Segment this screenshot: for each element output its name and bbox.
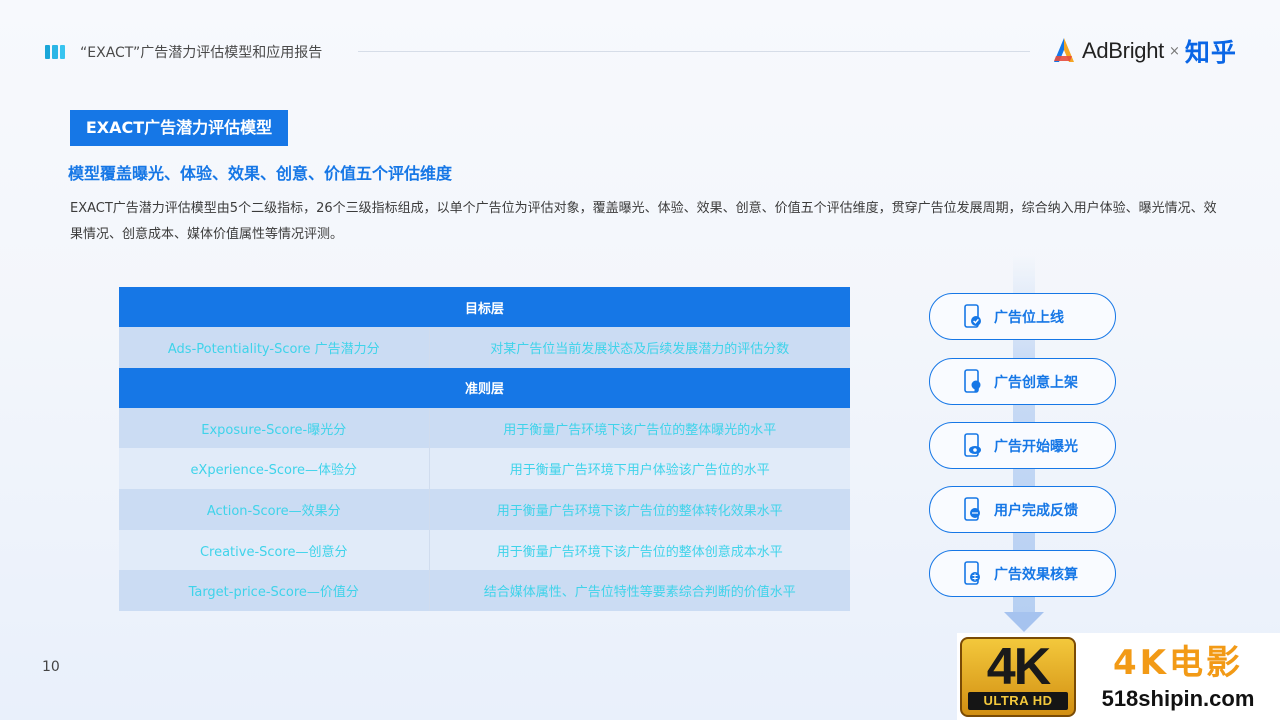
table-row: Exposure-Score-曝光分 用于衡量广告环境下该广告位的整体曝光的水平 (119, 407, 851, 449)
page-number: 10 (42, 659, 60, 675)
watermark-badge: 4K ULTRA HD (960, 636, 1076, 717)
section-tag: EXACT广告潜力评估模型 (70, 110, 288, 146)
criteria-row-name: eXperience-Score—体验分 (119, 448, 430, 490)
criteria-row-name: Action-Score—效果分 (119, 489, 430, 530)
flow-step-label: 广告效果核算 (994, 566, 1078, 583)
target-row-desc: 对某广告位当前发展状态及后续发展潜力的评估分数 (429, 327, 851, 368)
table-row: Action-Score—效果分 用于衡量广告环境下该广告位的整体转化效果水平 (119, 489, 851, 530)
criteria-row-desc: 用于衡量广告环境下该广告位的整体创意成本水平 (429, 529, 851, 571)
report-title: “EXACT”广告潜力评估模型和应用报告 (80, 45, 323, 61)
criteria-row-desc: 用于衡量广告环境下用户体验该广告位的水平 (429, 448, 851, 490)
phone-calc-icon (964, 560, 980, 585)
flow-step-exposure: 广告开始曝光 (929, 422, 1116, 469)
section-description: EXACT广告潜力评估模型由5个二级指标，26个三级指标组成，以单个广告位为评估… (70, 201, 1217, 242)
watermark: 4K ULTRA HD 4K电影 518shipin.com (957, 633, 1280, 720)
brand-logo: AdBright × 知乎 (1050, 34, 1237, 68)
criteria-layer-header: 准则层 (119, 367, 851, 408)
flow-step-launch: 广告位上线 (929, 293, 1116, 340)
flow-arrow-icon (1004, 612, 1044, 632)
criteria-row-name: Target-price-Score—价值分 (119, 570, 430, 612)
table-header-criteria: 准则层 (119, 367, 851, 408)
flow-step-label: 广告开始曝光 (994, 438, 1078, 455)
header-bars-icon (45, 45, 65, 59)
header-divider (358, 51, 1030, 52)
criteria-row-name: Creative-Score—创意分 (119, 529, 430, 571)
brand-separator: × (1168, 43, 1180, 59)
criteria-row-desc: 用于衡量广告环境下该广告位的整体转化效果水平 (429, 489, 851, 530)
model-table: 目标层 Ads-Potentiality-Score 广告潜力分 对某广告位当前… (119, 287, 851, 612)
table-row: Creative-Score—创意分 用于衡量广告环境下该广告位的整体创意成本水… (119, 529, 851, 571)
partner-logo: 知乎 (1184, 38, 1237, 67)
adbright-logo-icon (1054, 38, 1074, 62)
target-row-name: Ads-Potentiality-Score 广告潜力分 (119, 327, 430, 368)
criteria-row-name: Exposure-Score-曝光分 (119, 407, 430, 449)
target-layer-header: 目标层 (119, 287, 851, 327)
brand-name: AdBright (1082, 38, 1164, 63)
watermark-badge-main: 4K (986, 637, 1051, 696)
phone-bulb-icon (964, 368, 981, 393)
watermark-title: 4K电影 (1112, 642, 1243, 683)
flow-step-label: 广告创意上架 (994, 374, 1078, 391)
flow-step-label: 用户完成反馈 (994, 502, 1078, 519)
phone-chat-icon (964, 496, 980, 521)
criteria-row-desc: 结合媒体属性、广告位特性等要素综合判断的价值水平 (429, 570, 851, 612)
criteria-row-desc: 用于衡量广告环境下该广告位的整体曝光的水平 (429, 407, 851, 449)
table-row: Target-price-Score—价值分 结合媒体属性、广告位特性等要素综合… (119, 570, 851, 612)
flow-step-label: 广告位上线 (994, 309, 1064, 326)
flow-step-accounting: 广告效果核算 (929, 550, 1116, 597)
flow-step-creative: 广告创意上架 (929, 358, 1116, 405)
phone-check-icon (964, 303, 981, 328)
watermark-badge-sub: ULTRA HD (968, 691, 1068, 710)
section-subtitle: 模型覆盖曝光、体验、效果、创意、价值五个评估维度 (68, 164, 453, 183)
table-row: eXperience-Score—体验分 用于衡量广告环境下用户体验该广告位的水… (119, 448, 851, 490)
phone-eye-icon (964, 432, 981, 457)
flow-step-feedback: 用户完成反馈 (929, 486, 1116, 533)
table-header-target: 目标层 (119, 287, 851, 327)
watermark-url: 518shipin.com (1101, 685, 1255, 711)
table-row: Ads-Potentiality-Score 广告潜力分 对某广告位当前发展状态… (119, 327, 851, 368)
